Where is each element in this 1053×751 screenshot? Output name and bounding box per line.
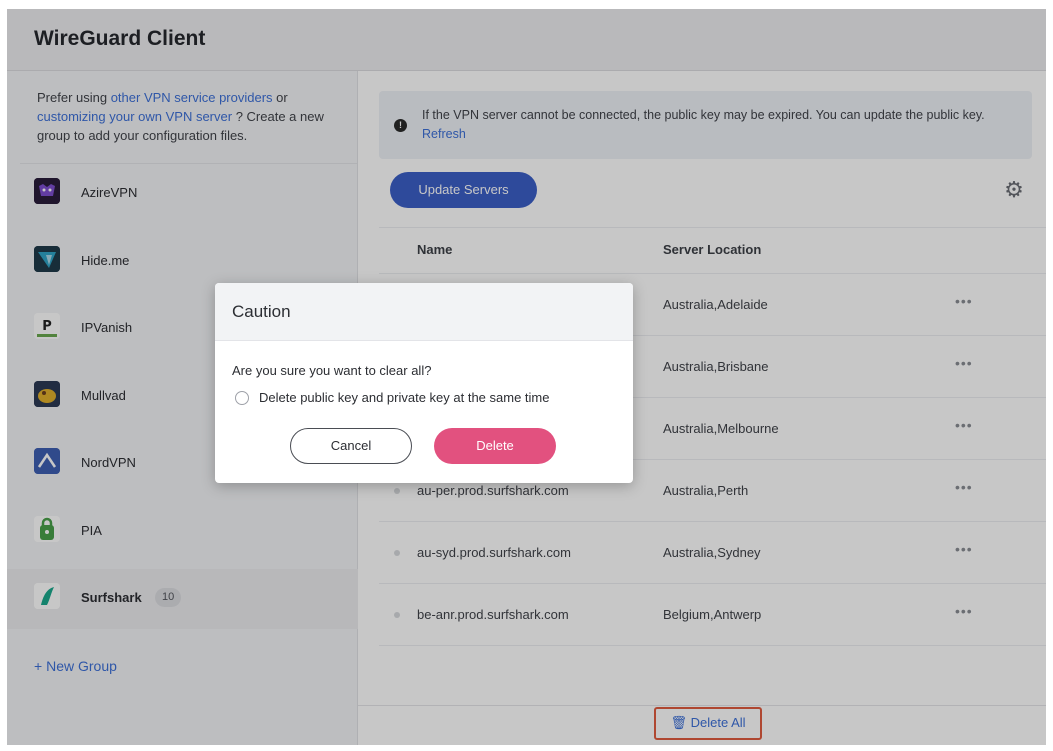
caution-dialog: Caution Are you sure you want to clear a… (215, 283, 633, 483)
dialog-header: Caution (215, 283, 633, 341)
delete-keys-radio[interactable] (235, 391, 249, 405)
delete-keys-label[interactable]: Delete public key and private key at the… (259, 390, 549, 405)
dialog-question: Are you sure you want to clear all? (232, 363, 432, 378)
cancel-button[interactable]: Cancel (290, 428, 412, 464)
dialog-title: Caution (232, 302, 291, 321)
delete-button[interactable]: Delete (434, 428, 556, 464)
